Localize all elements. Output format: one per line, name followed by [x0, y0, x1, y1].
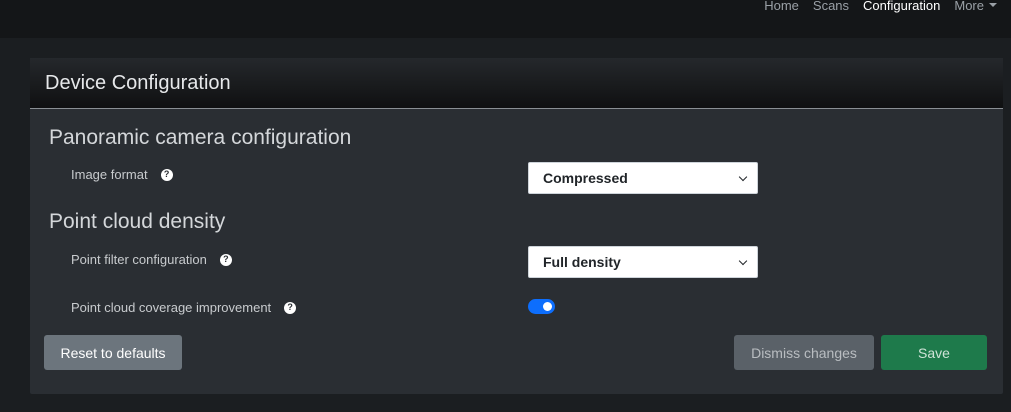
- save-button[interactable]: Save: [881, 335, 987, 370]
- card-header: Device Configuration: [30, 58, 1003, 109]
- coverage-label: Point cloud coverage improvement: [71, 300, 272, 315]
- image-format-value: Compressed: [543, 170, 628, 186]
- nav-scans-link[interactable]: Scans: [813, 0, 849, 12]
- caret-down-icon: [989, 3, 997, 7]
- reset-defaults-button[interactable]: Reset to defaults: [44, 335, 182, 370]
- device-configuration-card: Device Configuration Panoramic camera co…: [30, 58, 1003, 394]
- point-filter-row-label: Point filter configuration ?: [71, 252, 232, 267]
- point-cloud-section-title: Point cloud density: [49, 210, 226, 233]
- image-format-row-label: Image format ?: [71, 167, 173, 182]
- panoramic-section-title: Panoramic camera configuration: [49, 126, 352, 149]
- chevron-down-icon: [738, 256, 748, 266]
- page: Home Scans Configuration More Device Con…: [0, 0, 1011, 412]
- question-circle-icon[interactable]: ?: [284, 301, 297, 314]
- chevron-down-icon: [738, 172, 748, 182]
- nav-configuration-link[interactable]: Configuration: [863, 0, 940, 12]
- top-navbar: Home Scans Configuration More: [0, 0, 1011, 38]
- nav-home-link[interactable]: Home: [764, 0, 799, 12]
- point-filter-label: Point filter configuration: [71, 252, 207, 267]
- point-filter-value: Full density: [543, 254, 621, 270]
- coverage-row-label: Point cloud coverage improvement ?: [71, 300, 297, 315]
- image-format-label: Image format: [71, 167, 148, 182]
- image-format-select[interactable]: Compressed: [528, 162, 758, 194]
- card-title: Device Configuration: [45, 71, 231, 94]
- point-filter-select[interactable]: Full density: [528, 246, 758, 278]
- coverage-toggle-switch[interactable]: [528, 299, 555, 314]
- nav-more-dropdown[interactable]: More: [954, 0, 997, 12]
- question-circle-icon[interactable]: ?: [160, 168, 173, 181]
- dismiss-changes-button[interactable]: Dismiss changes: [734, 335, 874, 370]
- nav-more-label: More: [954, 0, 984, 13]
- toggle-knob: [543, 302, 552, 311]
- question-circle-icon[interactable]: ?: [219, 253, 232, 266]
